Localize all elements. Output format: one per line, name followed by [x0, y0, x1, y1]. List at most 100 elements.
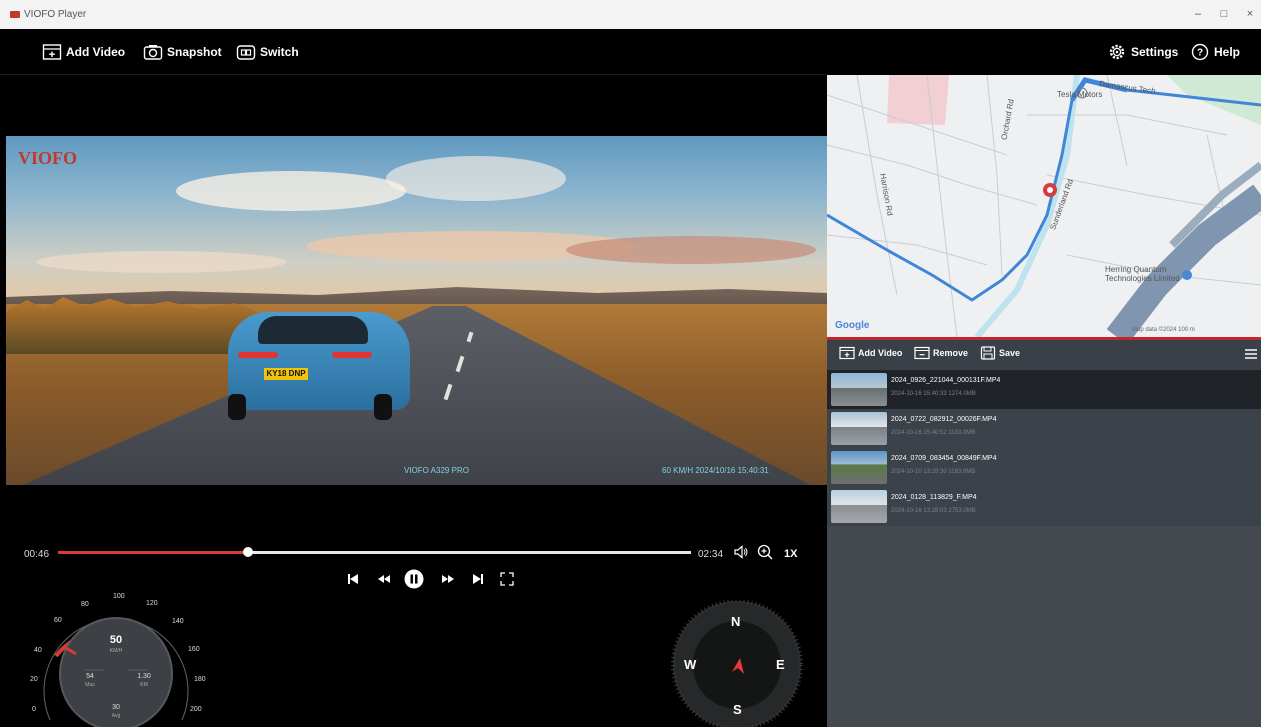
zoom-in-icon[interactable]: [757, 544, 773, 560]
playlist-empty-area: [827, 526, 1261, 727]
video-cloud: [36, 251, 286, 273]
playlist-add-video-button[interactable]: Add Video: [839, 346, 902, 360]
add-video-icon: [839, 346, 855, 360]
playlist-item-meta: 2024-10-10 13:28:30 1183.0MB: [891, 469, 976, 475]
distance-unit: KM: [140, 682, 148, 688]
current-speed: 50: [109, 634, 123, 646]
help-label: Help: [1214, 45, 1241, 59]
playlist-item-name: 2024_0128_113829_F.MP4: [891, 494, 977, 501]
compass: N S E W: [670, 599, 804, 727]
map-scale: Map data ©2024 100 m: [1132, 327, 1195, 333]
remove-icon: [914, 346, 930, 360]
speed-tick: 140: [172, 618, 184, 625]
playlist-item-name: 2024_0926_221044_000131F.MP4: [891, 377, 1001, 384]
speed-tick: 80: [81, 601, 89, 608]
playlist-remove-button[interactable]: Remove: [914, 346, 968, 360]
speed-tick: 0: [32, 706, 36, 713]
speedometer: 0 20 40 60 80 100 120 140 160 180 200 50…: [12, 588, 212, 727]
svg-text:?: ?: [1197, 48, 1203, 59]
video-thumbnail: [831, 373, 887, 406]
close-button[interactable]: ×: [1240, 6, 1260, 22]
maximize-button[interactable]: □: [1214, 6, 1234, 22]
playlist-save-button[interactable]: Save: [980, 346, 1020, 360]
toolbar-divider: [0, 74, 827, 75]
skip-previous-icon[interactable]: [346, 572, 360, 586]
window-title: VIOFO Player: [24, 9, 87, 20]
volume-icon[interactable]: [733, 545, 749, 559]
compass-west: W: [684, 657, 697, 672]
skip-next-icon[interactable]: [471, 572, 485, 586]
video-cloud: [176, 171, 406, 211]
switch-button[interactable]: Switch: [236, 41, 299, 63]
speed-tick: 40: [34, 647, 42, 654]
distance: 1.30: [137, 673, 151, 680]
snapshot-label: Snapshot: [167, 45, 222, 59]
google-logo: Google: [835, 320, 870, 331]
speed-tick: 20: [30, 676, 38, 683]
playlist-item[interactable]: 2024_0128_113829_F.MP4 2024-10-16 13:28:…: [827, 487, 1261, 526]
minimize-button[interactable]: –: [1188, 6, 1208, 22]
fullscreen-icon[interactable]: [500, 572, 514, 586]
playlist-menu-icon[interactable]: [1245, 349, 1257, 359]
add-video-icon: [42, 44, 62, 60]
playlist-toolbar: Add Video Remove Save: [827, 340, 1261, 370]
playlist-save-label: Save: [999, 348, 1021, 358]
help-icon: ?: [1191, 43, 1209, 61]
app-logo-icon: [10, 11, 20, 18]
switch-camera-icon: [236, 45, 256, 60]
car-taillight: [238, 352, 278, 358]
viofo-watermark: VIOFO: [18, 148, 78, 168]
avg-speed: 30: [112, 704, 120, 711]
seek-bar-progress: [58, 551, 248, 554]
seek-bar[interactable]: [58, 547, 691, 557]
total-time: 02:34: [698, 549, 724, 560]
current-time: 00:46: [24, 549, 50, 560]
video-thumbnail: [831, 490, 887, 523]
avg-speed-label: Avg: [111, 713, 121, 719]
switch-label: Switch: [260, 45, 299, 59]
playlist-item[interactable]: 2024_0926_221044_000131F.MP4 2024-10-16 …: [827, 370, 1261, 409]
video-frame[interactable]: KY18 DNP VIOFO VIOFO A329 PRO 60 KM/H 20…: [6, 136, 827, 485]
gear-icon: [1109, 44, 1125, 60]
speed-unit: KM/H: [109, 648, 123, 654]
max-speed-label: Max: [85, 682, 95, 688]
playlist-item[interactable]: 2024_0709_083454_00849F.MP4 2024-10-10 1…: [827, 448, 1261, 487]
playlist-item[interactable]: 2024_0722_082912_00026F.MP4 2024-10-16 1…: [827, 409, 1261, 448]
main-toolbar: Add Video Snapshot Switch Settings ? Hel…: [0, 29, 1261, 75]
playlist-remove-label: Remove: [933, 348, 969, 358]
speed-tick: 200: [190, 706, 202, 713]
compass-north: N: [731, 614, 741, 629]
playback-speed-button[interactable]: 1X: [784, 548, 797, 560]
playlist-item-name: 2024_0709_083454_00849F.MP4: [891, 455, 997, 462]
playlist: 2024_0926_221044_000131F.MP4 2024-10-16 …: [827, 370, 1261, 727]
speed-tick: 160: [188, 646, 200, 653]
video-model-overlay: VIOFO A329 PRO: [404, 466, 469, 475]
add-video-label: Add Video: [66, 45, 126, 59]
map-label: Herring Quantum Technologies Limited: [1105, 265, 1180, 283]
compass-east: E: [776, 657, 785, 672]
compass-south: S: [733, 702, 742, 717]
video-cloud: [386, 156, 566, 201]
car-tyre: [228, 394, 246, 420]
fast-forward-icon[interactable]: [440, 572, 456, 586]
settings-label: Settings: [1131, 45, 1179, 59]
playlist-add-video-label: Add Video: [858, 348, 903, 358]
help-button[interactable]: ? Help: [1190, 41, 1240, 63]
title-bar: VIOFO Player – □ ×: [0, 0, 1261, 29]
playlist-item-meta: 2024-10-16 13:28:03 2753.0MB: [891, 508, 976, 514]
snapshot-button[interactable]: Snapshot: [143, 41, 222, 63]
save-icon: [980, 346, 996, 360]
add-video-button[interactable]: Add Video: [42, 41, 125, 63]
gps-map[interactable]: Tesla Motors Damascus Tech Harrison Rd O…: [827, 75, 1261, 337]
car-taillight: [332, 352, 372, 358]
seek-handle[interactable]: [242, 547, 253, 557]
pause-icon[interactable]: [404, 569, 424, 589]
playlist-item-meta: 2024-10-16 15:40:52 1183.0MB: [891, 430, 976, 436]
settings-button[interactable]: Settings: [1107, 41, 1178, 63]
map-label: Tesla Motors: [1057, 90, 1103, 99]
speed-tick: 180: [194, 676, 206, 683]
camera-icon: [143, 45, 163, 60]
max-speed: 54: [86, 673, 94, 680]
playlist-item-meta: 2024-10-16 15:40:33 1274.0MB: [891, 391, 976, 397]
rewind-icon[interactable]: [376, 572, 392, 586]
